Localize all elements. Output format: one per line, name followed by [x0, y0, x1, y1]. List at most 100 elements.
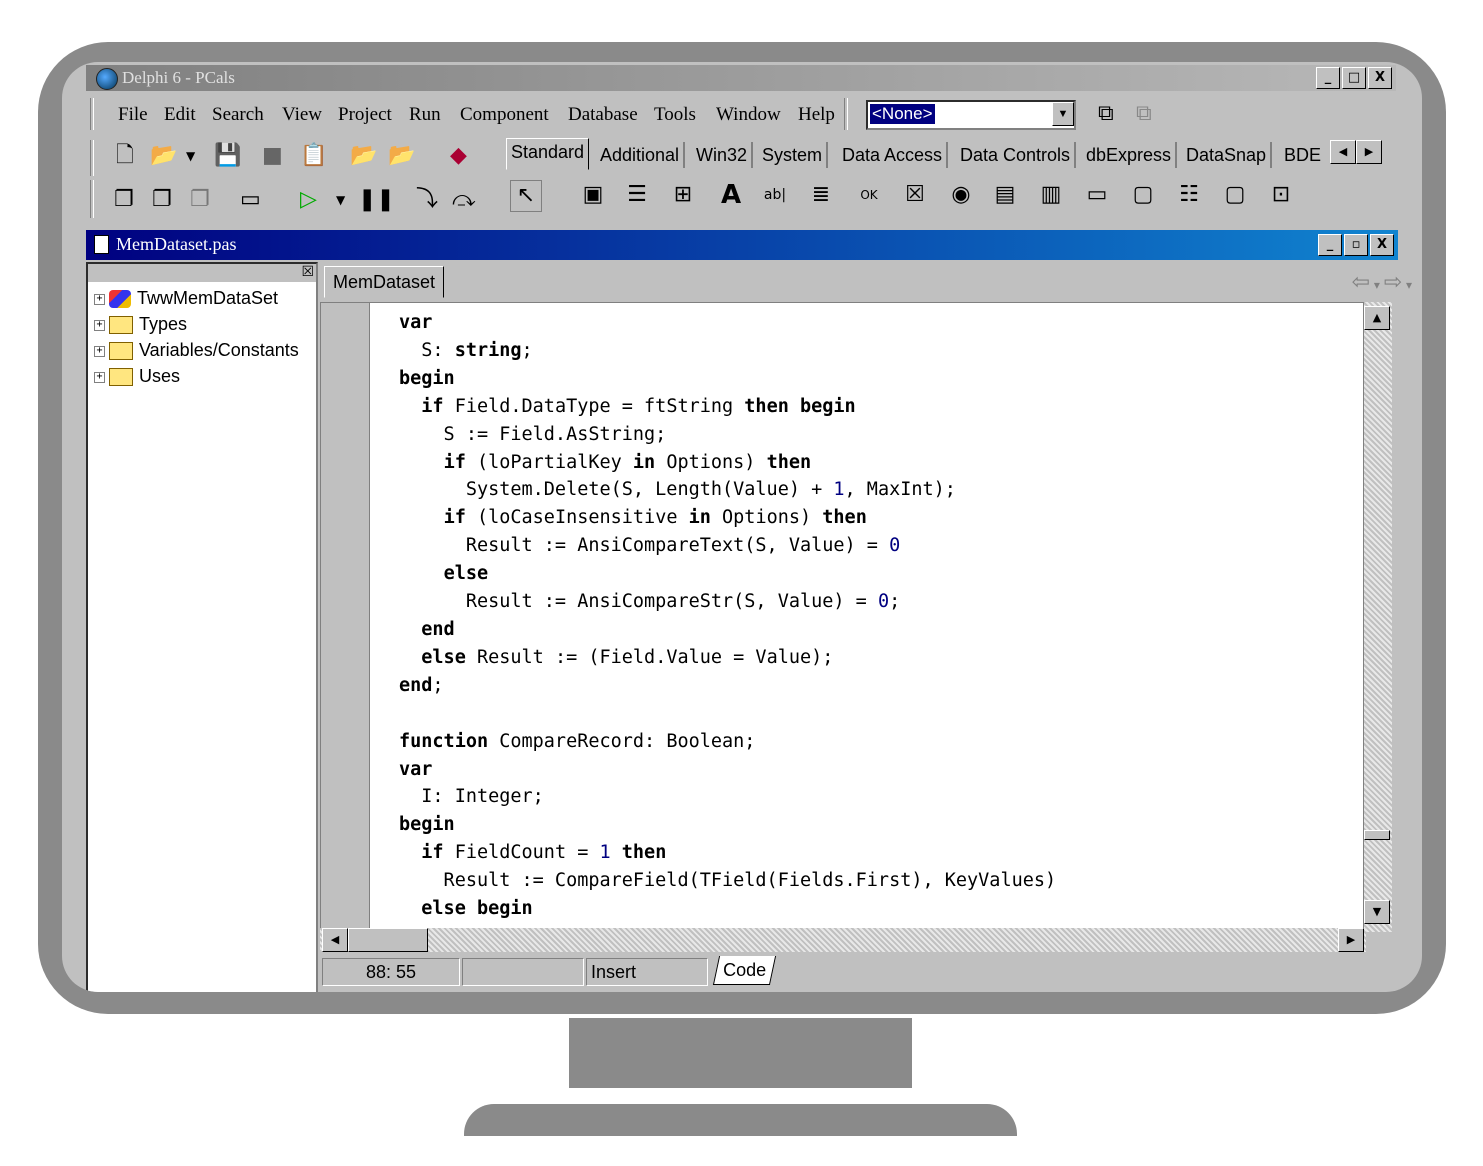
menu-window[interactable]: Window — [716, 104, 781, 126]
remove-file-icon[interactable]: 📂 — [388, 144, 415, 168]
menu-view[interactable]: View — [282, 104, 322, 126]
toggle-form-unit-icon[interactable]: ❐ — [190, 188, 210, 212]
groupbox-component-icon[interactable]: ▢ — [1128, 180, 1158, 210]
horizontal-scroll-thumb[interactable] — [348, 928, 428, 952]
tab-datasnap[interactable]: DataSnap — [1182, 142, 1273, 168]
forward-arrow-icon[interactable]: ⇨ — [1384, 270, 1402, 295]
expand-icon[interactable]: + — [94, 293, 105, 305]
tab-bde[interactable]: BDE — [1280, 142, 1325, 168]
vertical-scrollbar[interactable]: ▲ ▼ — [1364, 302, 1392, 932]
tree-item-variables-constants[interactable]: + Variables/Constants — [94, 340, 299, 361]
palette-scroll-left-icon[interactable]: ◀ — [1330, 140, 1356, 164]
tab-standard[interactable]: Standard — [506, 138, 590, 170]
view-unit-icon[interactable]: ❐ — [114, 188, 134, 212]
open-project-icon[interactable]: 📋 — [300, 144, 327, 168]
checkbox-component-icon[interactable]: ☒ — [900, 180, 930, 210]
code-explorer: ☒ + TwwMemDataSet + Types + Variables/Const… — [86, 262, 318, 992]
maximize-button[interactable]: □ — [1342, 67, 1366, 89]
tab-additional[interactable]: Additional — [596, 142, 686, 168]
editor-gutter[interactable] — [321, 303, 370, 931]
tab-win32[interactable]: Win32 — [692, 142, 754, 168]
editor-close-button[interactable]: X — [1370, 234, 1394, 256]
pointer-icon[interactable]: ↖ — [510, 180, 542, 212]
tree-item-twwmemdataset[interactable]: + TwwMemDataSet — [94, 288, 278, 309]
editor-title: MemDataset.pas — [116, 234, 237, 254]
save-desktop-icon[interactable]: ⧉ — [1098, 102, 1114, 126]
menu-help[interactable]: Help — [798, 104, 835, 126]
vertical-scroll-thumb[interactable] — [1364, 830, 1390, 840]
help-book-icon[interactable]: ◆ — [450, 144, 467, 168]
nav-arrows: ⇦ ▾ ⇨ ▾ — [1352, 270, 1412, 295]
expand-icon[interactable]: + — [94, 319, 105, 331]
chevron-down-icon[interactable]: ▼ — [336, 188, 345, 212]
combobox-component-icon[interactable]: ▥ — [1036, 180, 1066, 210]
monitor-neck — [569, 1018, 912, 1088]
chevron-down-icon[interactable]: ▾ — [1370, 278, 1384, 292]
mainmenu-component-icon[interactable]: ☰ — [622, 180, 652, 210]
expand-icon[interactable]: + — [94, 345, 105, 357]
tab-system[interactable]: System — [758, 142, 829, 168]
scroll-up-icon[interactable]: ▲ — [1364, 306, 1390, 330]
editor-restore-button[interactable]: ▫ — [1344, 234, 1368, 256]
explorer-close-icon[interactable]: ☒ — [301, 264, 314, 280]
set-debug-desktop-icon[interactable]: ⧉ — [1136, 102, 1152, 126]
panel-component-icon[interactable]: ▢ — [1220, 180, 1250, 210]
tab-dbexpress[interactable]: dbExpress — [1082, 142, 1178, 168]
palette-scroll-right-icon[interactable]: ▶ — [1356, 140, 1382, 164]
step-over-icon[interactable]: ⤼ — [452, 188, 476, 212]
radiobutton-component-icon[interactable]: ◉ — [946, 180, 976, 210]
tab-code[interactable]: Code — [712, 956, 777, 985]
close-button[interactable]: X — [1368, 67, 1392, 89]
new-icon[interactable]: 🗋 — [116, 144, 134, 168]
radiogroup-component-icon[interactable]: ☷ — [1174, 180, 1204, 210]
save-all-icon[interactable]: ■ — [262, 144, 283, 168]
listbox-component-icon[interactable]: ▤ — [990, 180, 1020, 210]
tab-data-access[interactable]: Data Access — [838, 142, 949, 168]
memo-component-icon[interactable]: ≣ — [806, 180, 836, 210]
label-component-icon[interactable]: A — [716, 180, 746, 210]
menu-edit[interactable]: Edit — [164, 104, 196, 126]
scroll-right-icon[interactable]: ▶ — [1338, 928, 1364, 952]
frame-component-icon[interactable]: ▣ — [578, 180, 608, 210]
scrollbar-component-icon[interactable]: ▭ — [1082, 180, 1112, 210]
popupmenu-component-icon[interactable]: ⊞ — [668, 180, 698, 210]
editor-minimize-button[interactable]: _ — [1318, 234, 1342, 256]
scroll-down-icon[interactable]: ▼ — [1364, 900, 1390, 924]
trace-into-icon[interactable]: ⤵ — [416, 188, 438, 212]
scroll-left-icon[interactable]: ◀ — [322, 928, 348, 952]
code-editor[interactable]: var S: string; begin if Field.DataType =… — [320, 302, 1364, 932]
cursor-position: 88: 55 — [322, 958, 460, 986]
pause-icon[interactable]: ❚❚ — [358, 188, 395, 212]
expand-icon[interactable]: + — [94, 371, 105, 383]
open-folder-icon[interactable]: 📂 — [150, 144, 177, 168]
tree-item-uses[interactable]: + Uses — [94, 366, 180, 387]
source-code[interactable]: var S: string; begin if Field.DataType =… — [399, 309, 1056, 923]
editor-titlebar: MemDataset.pas _ ▫ X — [86, 230, 1398, 260]
view-form-icon[interactable]: ❐ — [152, 188, 172, 212]
menu-file[interactable]: File — [118, 104, 148, 126]
menu-search[interactable]: Search — [212, 104, 264, 126]
delphi-app-icon — [96, 68, 118, 90]
chevron-down-icon[interactable]: ▼ — [1052, 102, 1074, 126]
edit-component-icon[interactable]: ab| — [760, 180, 790, 210]
actionlist-component-icon[interactable]: ⊡ — [1266, 180, 1296, 210]
save-icon[interactable]: 💾 — [214, 144, 241, 168]
horizontal-scrollbar[interactable]: ◀ ▶ — [320, 928, 1366, 952]
add-file-icon[interactable]: 📂 — [350, 144, 377, 168]
tree-item-types[interactable]: + Types — [94, 314, 187, 335]
chevron-down-icon[interactable]: ▼ — [186, 144, 195, 168]
back-arrow-icon[interactable]: ⇦ — [1352, 270, 1370, 295]
menu-project[interactable]: Project — [338, 104, 392, 126]
new-form-icon[interactable]: ▭ — [240, 188, 261, 212]
button-component-icon[interactable]: OK — [854, 180, 884, 210]
menu-component[interactable]: Component — [460, 104, 549, 126]
desktop-combo[interactable]: <None> ▼ — [866, 100, 1076, 130]
chevron-down-icon[interactable]: ▾ — [1402, 278, 1412, 292]
tab-memdataset[interactable]: MemDataset — [324, 266, 445, 298]
run-icon[interactable]: ▷ — [300, 188, 317, 212]
menu-tools[interactable]: Tools — [654, 104, 696, 126]
minimize-button[interactable]: _ — [1316, 67, 1340, 89]
menu-database[interactable]: Database — [568, 104, 638, 126]
menu-run[interactable]: Run — [409, 104, 441, 126]
tab-data-controls[interactable]: Data Controls — [956, 142, 1077, 168]
